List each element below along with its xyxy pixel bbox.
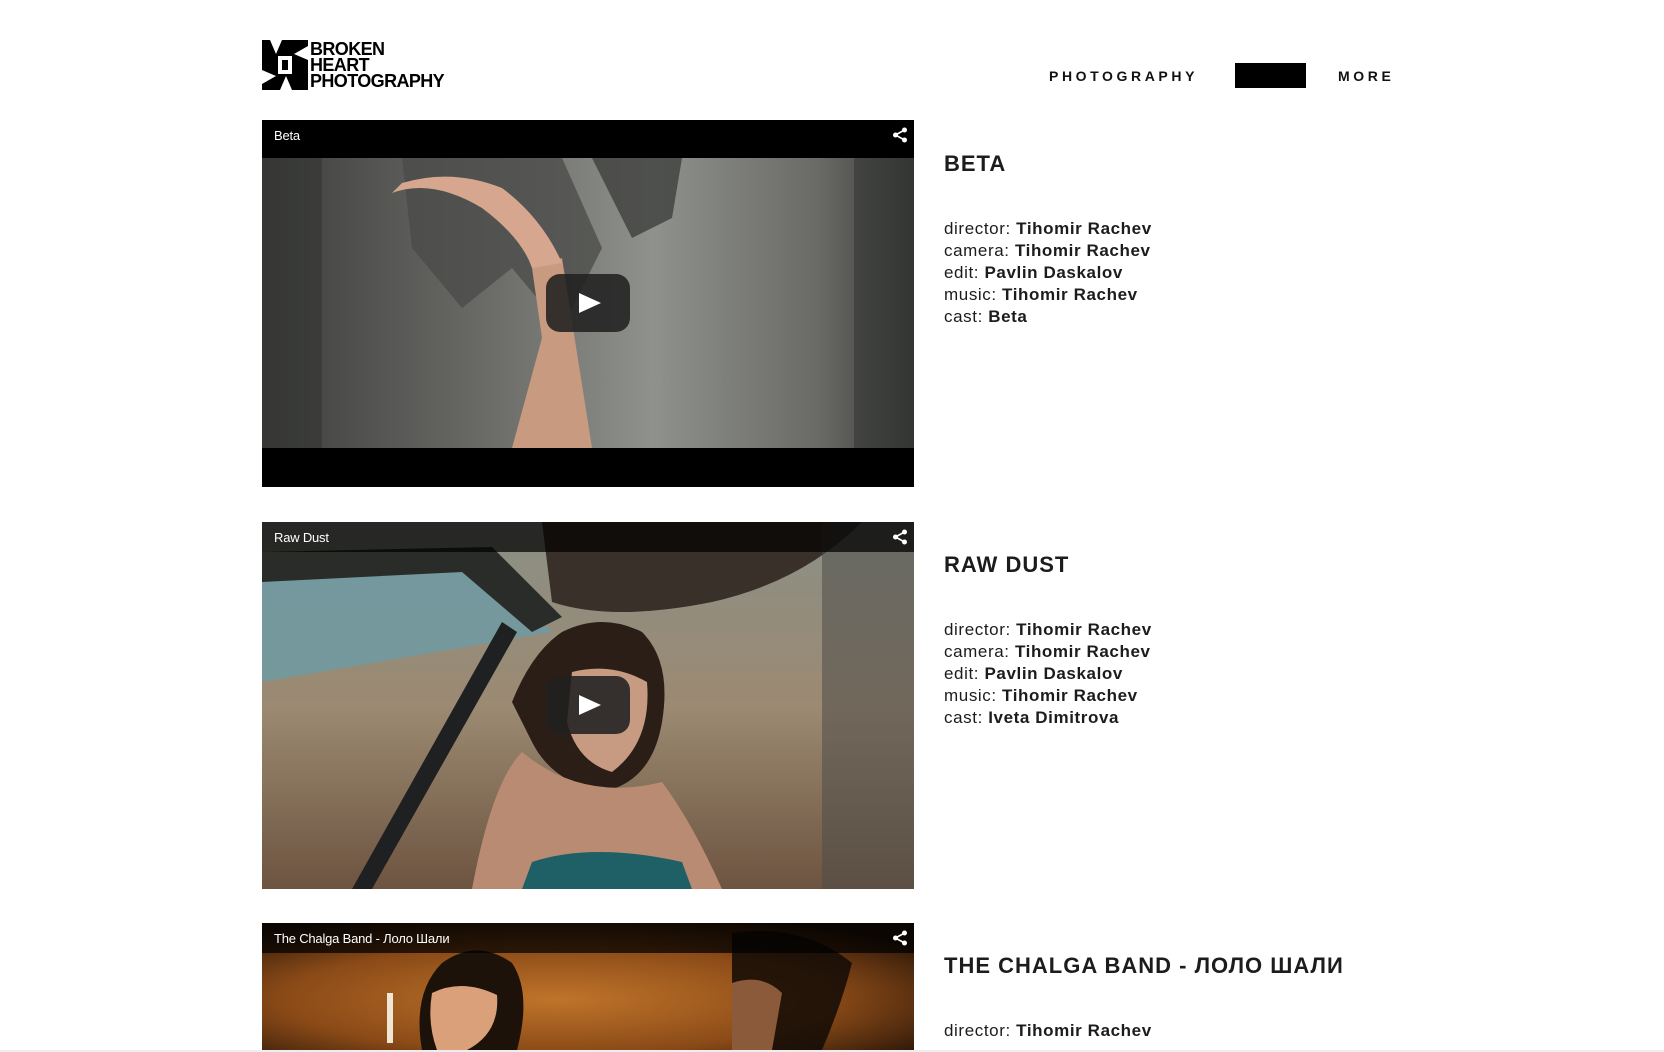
credit-role: director: — [944, 1021, 1011, 1040]
video-heading: BETA — [944, 151, 1007, 176]
play-icon — [579, 293, 601, 313]
video-topbar: Raw Dust — [262, 522, 914, 552]
video-player-beta[interactable]: Beta — [262, 120, 914, 487]
credit-music: music: Tihomir Rachev — [944, 284, 1152, 306]
share-icon[interactable] — [892, 127, 908, 143]
logo-line-3: PHOTOGRAPHY — [310, 71, 445, 91]
credit-name: Tihomir Rachev — [1016, 620, 1152, 639]
credit-role: director: — [944, 219, 1011, 238]
video-info-raw-dust: RAW DUST director: Tihomir Rachev camera… — [944, 552, 1152, 729]
credit-role: cast: — [944, 307, 983, 326]
credit-name: Beta — [988, 307, 1028, 326]
credit-role: camera: — [944, 241, 1010, 260]
credit-name: Tihomir Rachev — [1002, 686, 1138, 705]
nav-active-item[interactable] — [1235, 63, 1306, 88]
video-title[interactable]: Raw Dust — [274, 530, 329, 545]
credit-name: Tihomir Rachev — [1016, 219, 1152, 238]
play-button[interactable] — [546, 274, 630, 332]
credits-list: director: Tihomir Rachev camera: Tihomir… — [944, 218, 1152, 328]
credit-role: director: — [944, 620, 1011, 639]
video-topbar: The Chalga Band - Лоло Шали — [262, 923, 914, 953]
video-title[interactable]: Beta — [274, 128, 300, 143]
video-topbar: Beta — [262, 120, 914, 150]
nav-more[interactable]: MORE — [1338, 68, 1394, 84]
credit-name: Tihomir Rachev — [1002, 285, 1138, 304]
video-heading: THE CHALGA BAND - ЛОЛО ШАЛИ — [944, 953, 1344, 978]
logo-mark-icon — [262, 40, 308, 90]
logo-text: BROKEN HEART PHOTOGRAPHY — [310, 40, 445, 91]
credit-edit: edit: Pavlin Daskalov — [944, 663, 1152, 685]
video-heading: RAW DUST — [944, 552, 1070, 577]
credit-director: director: Tihomir Rachev — [944, 1020, 1344, 1042]
credit-name: Pavlin Daskalov — [984, 263, 1123, 282]
credits-list: director: Tihomir Rachev camera: Tihomir… — [944, 619, 1152, 729]
video-player-raw-dust[interactable]: Raw Dust — [262, 522, 914, 889]
credit-role: music: — [944, 686, 997, 705]
credit-role: camera: — [944, 642, 1010, 661]
credit-name: Pavlin Daskalov — [984, 664, 1123, 683]
credit-name: Tihomir Rachev — [1014, 642, 1151, 661]
video-title[interactable]: The Chalga Band - Лоло Шали — [274, 931, 450, 946]
video-info-beta: BETA director: Tihomir Rachev camera: Ti… — [944, 151, 1152, 328]
site-logo[interactable]: BROKEN HEART PHOTOGRAPHY — [262, 40, 445, 91]
credit-camera: camera: Tihomir Rachev — [944, 240, 1152, 262]
credit-role: edit: — [944, 263, 980, 282]
share-icon[interactable] — [892, 930, 908, 946]
video-info-chalga-band: THE CHALGA BAND - ЛОЛО ШАЛИ director: Ti… — [944, 953, 1344, 1042]
credit-director: director: Tihomir Rachev — [944, 619, 1152, 641]
credit-role: music: — [944, 285, 997, 304]
credit-edit: edit: Pavlin Daskalov — [944, 262, 1152, 284]
credit-name: Iveta Dimitrova — [988, 708, 1120, 727]
credit-camera: camera: Tihomir Rachev — [944, 641, 1152, 663]
credit-role: cast: — [944, 708, 983, 727]
credit-music: music: Tihomir Rachev — [944, 685, 1152, 707]
video-player-chalga-band[interactable]: The Chalga Band - Лоло Шали — [262, 923, 914, 1050]
credit-director: director: Tihomir Rachev — [944, 218, 1152, 240]
credit-name: Tihomir Rachev — [1016, 1021, 1152, 1040]
credit-role: edit: — [944, 664, 980, 683]
credit-name: Tihomir Rachev — [1014, 241, 1151, 260]
play-button[interactable] — [546, 676, 630, 734]
credits-list: director: Tihomir Rachev — [944, 1020, 1344, 1042]
share-icon[interactable] — [892, 529, 908, 545]
credit-cast: cast: Beta — [944, 306, 1152, 328]
credit-cast: cast: Iveta Dimitrova — [944, 707, 1152, 729]
play-icon — [579, 695, 601, 715]
nav-photography[interactable]: PHOTOGRAPHY — [1049, 68, 1198, 84]
